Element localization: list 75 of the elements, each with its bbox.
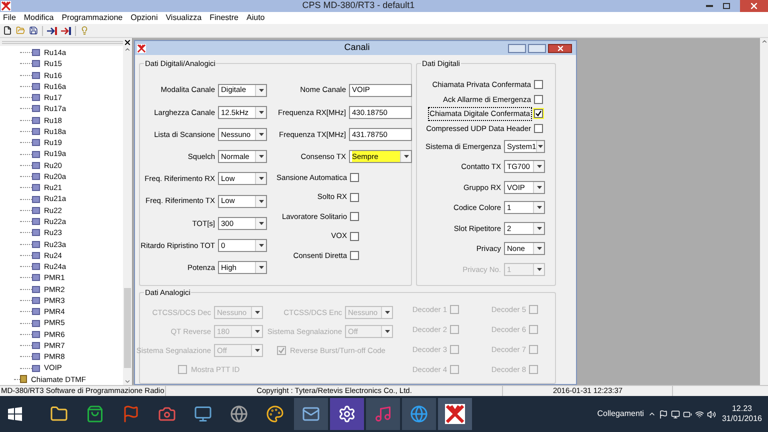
checkbox[interactable] xyxy=(350,173,359,182)
read-arrow-icon[interactable] xyxy=(47,26,57,34)
scroll-thumb[interactable] xyxy=(124,288,131,368)
dialog-title: Canali xyxy=(343,41,371,54)
checkbox[interactable] xyxy=(350,192,359,202)
battery-icon[interactable] xyxy=(682,410,692,418)
scroll-down-icon[interactable] xyxy=(124,378,131,385)
scroll-up-icon[interactable] xyxy=(124,46,131,53)
close-icon xyxy=(558,46,562,50)
close-button[interactable] xyxy=(548,44,572,52)
checkbox[interactable] xyxy=(350,251,359,260)
caret-icon xyxy=(384,330,390,333)
caret-icon xyxy=(536,206,542,210)
window-title: CPS MD-380/RT3 - default1 xyxy=(301,0,416,12)
restore-button[interactable] xyxy=(528,44,546,52)
write-arrow-icon[interactable] xyxy=(61,26,71,34)
windows-logo-icon[interactable] xyxy=(8,407,22,421)
caret-icon xyxy=(258,88,264,92)
lightbulb-icon[interactable] xyxy=(80,26,89,35)
checkbox[interactable] xyxy=(534,80,543,89)
scroll-up-icon[interactable] xyxy=(760,38,768,45)
close-button[interactable] xyxy=(740,0,768,12)
browser-icon[interactable] xyxy=(402,398,436,430)
checkbox[interactable] xyxy=(350,212,359,221)
caret-icon xyxy=(404,155,408,158)
caret-icon xyxy=(258,110,264,114)
checkbox[interactable] xyxy=(534,124,543,134)
caret-icon xyxy=(536,186,542,189)
app-logo-icon xyxy=(137,44,146,52)
menu-item[interactable]: File xyxy=(3,12,16,24)
caret-icon xyxy=(536,247,542,250)
caret-icon xyxy=(258,222,264,225)
caret-icon xyxy=(258,177,264,180)
caret-icon xyxy=(258,132,264,136)
caret-icon xyxy=(384,311,390,314)
caret-icon xyxy=(536,268,542,271)
checkbox[interactable] xyxy=(350,232,359,240)
phone-icon xyxy=(20,375,27,384)
app-button[interactable] xyxy=(438,398,472,430)
open-folder-icon[interactable] xyxy=(16,26,25,35)
monitor-icon[interactable] xyxy=(670,410,680,418)
menu-item[interactable]: Programmazione xyxy=(62,12,123,24)
caret-icon xyxy=(258,266,264,270)
toolbar-label[interactable]: Collegamenti xyxy=(597,408,644,420)
save-icon[interactable] xyxy=(29,26,38,35)
menu-item[interactable]: Modifica xyxy=(24,12,54,24)
close-icon xyxy=(751,3,757,9)
new-file-icon[interactable] xyxy=(3,26,12,35)
flag-icon[interactable] xyxy=(658,410,668,418)
menu-item[interactable]: Opzioni xyxy=(130,12,158,24)
caret-icon xyxy=(538,144,544,148)
checkbox[interactable] xyxy=(534,94,543,104)
speaker-icon[interactable] xyxy=(706,410,716,418)
menu-item[interactable]: Aiuto xyxy=(246,12,265,24)
app-logo-icon xyxy=(445,404,465,424)
wifi-icon[interactable] xyxy=(694,410,704,418)
mail-icon[interactable] xyxy=(294,398,328,430)
caret-icon xyxy=(258,155,264,158)
settings-icon[interactable] xyxy=(330,398,364,430)
close-icon[interactable] xyxy=(125,40,130,44)
menu-item[interactable]: Visualizza xyxy=(166,12,202,24)
checkbox[interactable] xyxy=(534,109,543,118)
chevron-up-icon[interactable] xyxy=(648,410,656,418)
caret-icon xyxy=(536,165,542,168)
caret-icon xyxy=(536,226,542,230)
caret-icon xyxy=(258,244,264,247)
menu-item[interactable]: Finestre xyxy=(210,12,239,24)
caret-icon xyxy=(254,349,260,352)
caret-icon xyxy=(258,200,264,203)
minimize-button[interactable] xyxy=(508,44,526,52)
caret-icon xyxy=(254,330,260,333)
restore-button[interactable] xyxy=(723,3,730,9)
clock-date[interactable]: 31/01/2016 xyxy=(722,414,762,424)
clock-time[interactable]: 12.23 xyxy=(732,404,752,414)
caret-icon xyxy=(254,311,260,314)
